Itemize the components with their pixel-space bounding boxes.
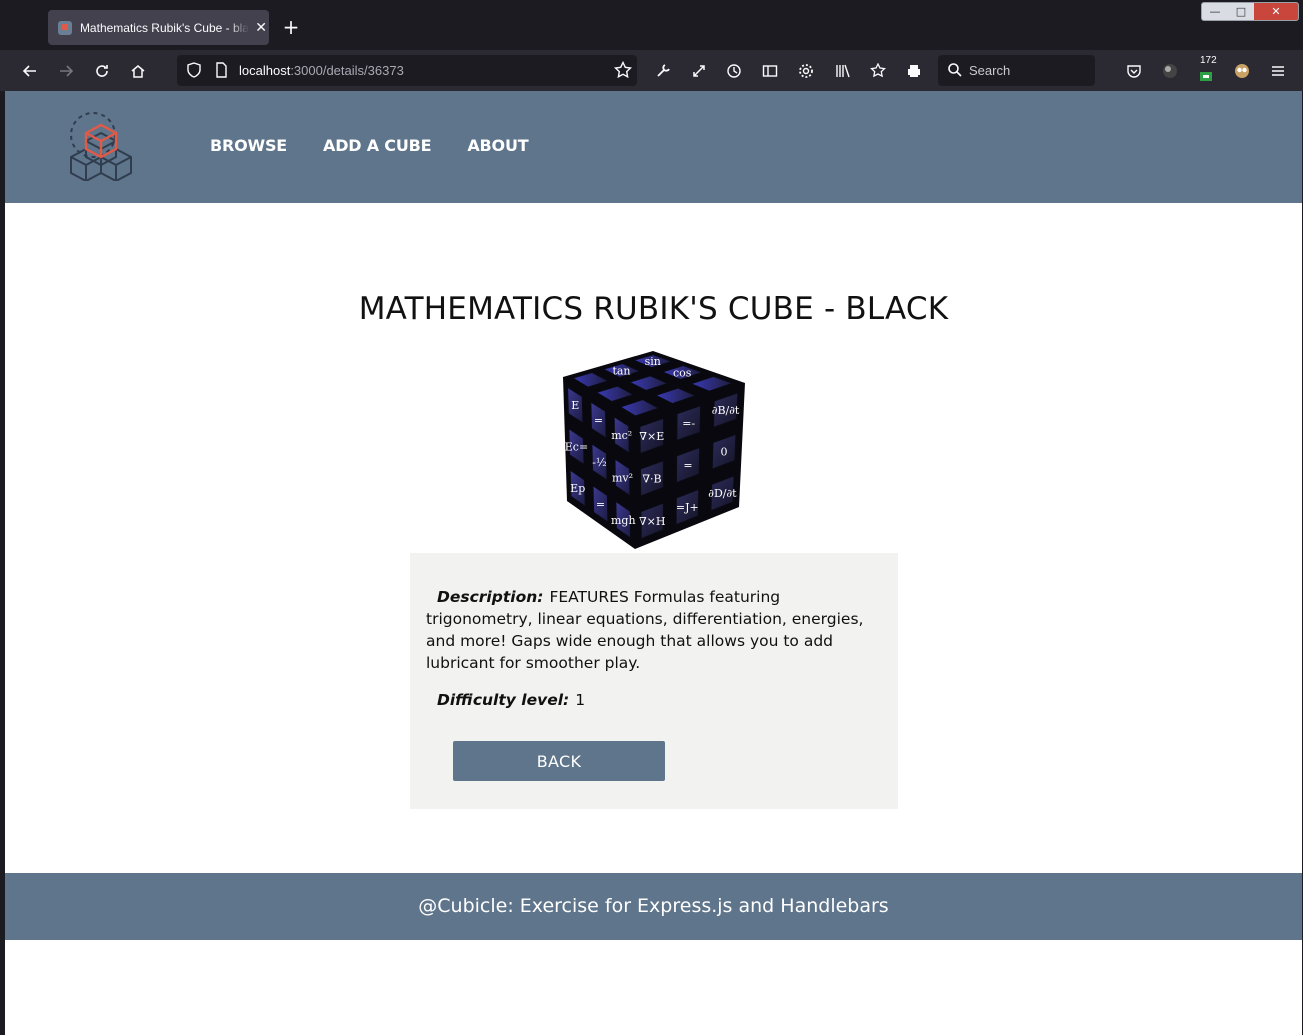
window-controls: — □ ✕ [1201,2,1299,21]
globe-extension-icon[interactable] [1158,59,1182,83]
history-icon[interactable] [722,59,746,83]
maximize-button[interactable]: □ [1228,3,1254,20]
close-tab-icon[interactable]: ✕ [253,20,269,36]
details-card: Description: FEATURES Formulas featuring … [410,553,898,809]
extension-icon[interactable] [1194,63,1218,87]
search-bar[interactable]: Search [938,55,1095,86]
cube-left-tile-label: Ep [570,482,585,495]
site-nav: BROWSE ADD A CUBE ABOUT [210,136,529,155]
wrench-icon[interactable] [651,59,675,83]
cube-left-tile-label: mgh [611,514,636,527]
cube-favicon-icon [58,20,72,35]
site-footer: @Cubicle: Exercise for Express.js and Ha… [5,873,1302,940]
nav-add-cube-link[interactable]: ADD A CUBE [323,136,432,155]
cube-right-tile-label: ∂B/∂t [712,404,740,417]
reader-view-icon[interactable] [758,59,782,83]
cube-top-tile-label: cos [673,366,692,379]
cube-left-tile-label: Ec= [565,441,588,454]
cube-right-tile-label: ∇·B [642,472,661,485]
bookmarks-star-icon[interactable] [866,59,890,83]
cube-left-tile-label: mc² [611,429,632,442]
search-placeholder: Search [969,63,1011,78]
cube-right-tile-label: ∇×H [639,515,666,528]
library-icon[interactable] [831,59,855,83]
nav-browse-link[interactable]: BROWSE [210,136,287,155]
url-text: localhost:3000/details/36373 [239,63,404,78]
cube-top-tile-label: sin [645,355,661,368]
cube-right-tile-label: =J+ [676,501,699,514]
page-viewport: BROWSE ADD A CUBE ABOUT MATHEMATICS RUBI… [5,91,1302,1035]
cube-right-tile-label: =- [682,417,695,430]
cube-top-tile-label: tan [612,364,630,377]
owl-extension-icon[interactable] [1230,59,1254,83]
cube-right-tile-label: 0 [721,446,728,459]
nav-about-link[interactable]: ABOUT [467,136,528,155]
cube-right-tile-label: = [683,459,692,472]
back-button[interactable]: BACK [453,741,665,781]
address-bar[interactable]: localhost:3000/details/36373 [177,55,637,86]
footer-text: @Cubicle: Exercise for Express.js and Ha… [418,895,889,917]
reload-icon[interactable] [90,59,114,83]
shield-icon[interactable] [186,62,202,82]
menu-hamburger-icon[interactable] [1266,59,1290,83]
site-header: BROWSE ADD A CUBE ABOUT [5,91,1302,203]
page-info-icon[interactable] [213,62,229,82]
difficulty-label: Difficulty level: [437,691,570,709]
browser-titlebar: Mathematics Rubik's Cube - black ✕ + — □… [0,0,1303,50]
url-host: localhost [239,63,291,78]
description: Description: FEATURES Formulas featuring … [426,586,882,674]
fullscreen-icon[interactable] [687,59,711,83]
url-path: :3000/details/36373 [290,63,404,78]
difficulty-value: 1 [575,691,586,709]
back-arrow-icon[interactable] [18,59,42,83]
home-icon[interactable] [126,59,150,83]
cube-left-tile-label: E [571,399,579,412]
cube-right-tile-label: ∇×E [639,430,664,443]
search-icon [947,62,963,82]
print-icon[interactable] [902,59,926,83]
cube-left-tile-label: -½ [592,456,606,469]
description-label: Description: [437,588,544,606]
close-window-button[interactable]: ✕ [1254,3,1298,20]
cube-image: sincos tan E = mc² Ec= -½ mv² Ep = mgh ∇×E =- ∂B/∂t ∇·… [563,351,745,549]
forward-arrow-icon[interactable] [54,59,78,83]
cubicle-logo-icon[interactable] [68,111,134,181]
pocket-icon[interactable] [1122,59,1146,83]
cube-left-tile-label: mv² [612,471,633,484]
browser-tab[interactable]: Mathematics Rubik's Cube - black ✕ [48,10,269,45]
minimize-button[interactable]: — [1202,3,1228,20]
difficulty: Difficulty level: 1 [426,691,585,709]
cube-left-tile-label: = [596,498,605,511]
tab-title: Mathematics Rubik's Cube - black [79,20,250,35]
settings-gear-icon[interactable] [794,59,818,83]
bookmark-star-icon[interactable] [613,60,633,83]
cube-title: MATHEMATICS RUBIK'S CUBE - BLACK [358,291,949,327]
new-tab-button[interactable]: + [280,15,302,39]
browser-navbar: localhost:3000/details/36373 Search 172 [0,50,1303,91]
cube-right-tile-label: ∂D/∂t [708,487,737,500]
cube-left-tile-label: = [594,414,603,427]
